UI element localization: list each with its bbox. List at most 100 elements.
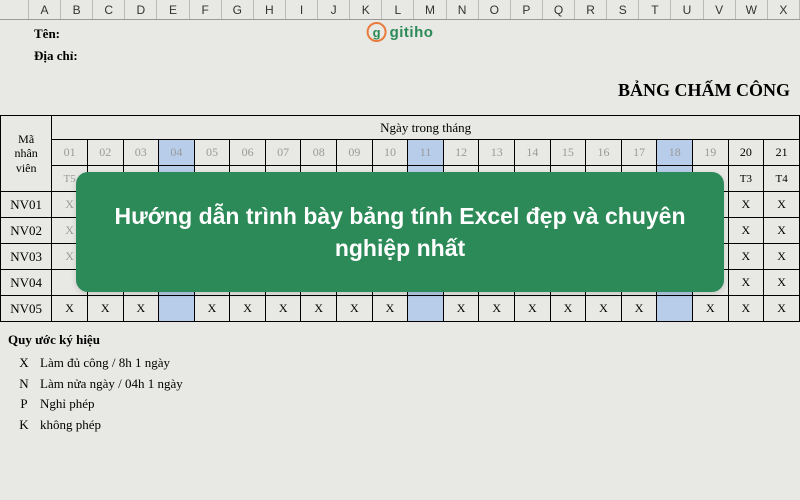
day-num-19[interactable]: 19	[693, 140, 729, 166]
emp-id-header: Mãnhânviên	[1, 116, 52, 192]
day-num-11[interactable]: 11	[408, 140, 444, 166]
legend-row-N: NLàm nửa ngày / 04h 1 ngày	[8, 374, 800, 395]
day-num-16[interactable]: 16	[586, 140, 622, 166]
column-header-I[interactable]: I	[286, 0, 318, 19]
day-num-12[interactable]: 12	[443, 140, 479, 166]
emp-id-NV03[interactable]: NV03	[1, 244, 52, 270]
cell-NV05-13[interactable]: X	[515, 296, 551, 322]
column-header-U[interactable]: U	[671, 0, 703, 19]
emp-id-NV05[interactable]: NV05	[1, 296, 52, 322]
cell-NV01-20[interactable]: X	[764, 192, 800, 218]
day-num-06[interactable]: 06	[230, 140, 266, 166]
day-num-17[interactable]: 17	[621, 140, 657, 166]
column-header-M[interactable]: M	[414, 0, 446, 19]
day-num-21[interactable]: 21	[764, 140, 800, 166]
logo-g-icon: g	[367, 22, 387, 42]
legend-sym: K	[8, 415, 40, 436]
cell-NV05-2[interactable]: X	[123, 296, 159, 322]
column-header-H[interactable]: H	[254, 0, 286, 19]
weekday-20[interactable]: T4	[764, 166, 800, 192]
cell-NV05-18[interactable]: X	[693, 296, 729, 322]
column-header-X[interactable]: X	[768, 0, 800, 19]
column-header-E[interactable]: E	[157, 0, 189, 19]
column-header-R[interactable]: R	[575, 0, 607, 19]
day-num-09[interactable]: 09	[337, 140, 373, 166]
cell-NV02-20[interactable]: X	[764, 218, 800, 244]
cell-NV05-19[interactable]: X	[728, 296, 764, 322]
day-num-05[interactable]: 05	[194, 140, 230, 166]
cell-NV05-1[interactable]: X	[87, 296, 123, 322]
legend-sym: N	[8, 374, 40, 395]
emp-id-NV02[interactable]: NV02	[1, 218, 52, 244]
day-num-01[interactable]: 01	[52, 140, 88, 166]
emp-id-NV04[interactable]: NV04	[1, 270, 52, 296]
logo-word: gitiho	[390, 24, 434, 41]
column-header-V[interactable]: V	[704, 0, 736, 19]
cell-NV05-7[interactable]: X	[301, 296, 337, 322]
column-header-P[interactable]: P	[511, 0, 543, 19]
cell-NV05-20[interactable]: X	[764, 296, 800, 322]
legend-sym: X	[8, 353, 40, 374]
cell-NV03-19[interactable]: X	[728, 244, 764, 270]
column-header-S[interactable]: S	[607, 0, 639, 19]
column-header-C[interactable]: C	[93, 0, 125, 19]
legend-sym: P	[8, 394, 40, 415]
legend-desc: Nghỉ phép	[40, 394, 95, 415]
cell-NV05-4[interactable]: X	[194, 296, 230, 322]
cell-NV05-6[interactable]: X	[265, 296, 301, 322]
day-num-07[interactable]: 07	[265, 140, 301, 166]
day-num-02[interactable]: 02	[87, 140, 123, 166]
legend-desc: Làm nửa ngày / 04h 1 ngày	[40, 374, 183, 395]
address-label: Địa chỉ:	[34, 46, 796, 66]
cell-NV05-8[interactable]: X	[337, 296, 373, 322]
month-header: Ngày trong tháng	[52, 116, 800, 140]
legend-row-P: PNghỉ phép	[8, 394, 800, 415]
column-header-D[interactable]: D	[125, 0, 157, 19]
day-num-18[interactable]: 18	[657, 140, 693, 166]
day-num-08[interactable]: 08	[301, 140, 337, 166]
column-header-T[interactable]: T	[639, 0, 671, 19]
column-header-A[interactable]: A	[29, 0, 61, 19]
emp-id-NV01[interactable]: NV01	[1, 192, 52, 218]
cell-NV05-9[interactable]: X	[372, 296, 408, 322]
column-header-L[interactable]: L	[382, 0, 414, 19]
column-header-N[interactable]: N	[447, 0, 479, 19]
day-num-03[interactable]: 03	[123, 140, 159, 166]
cell-NV05-12[interactable]: X	[479, 296, 515, 322]
legend-row-X: XLàm đủ công / 8h 1 ngày	[8, 353, 800, 374]
cell-NV04-20[interactable]: X	[764, 270, 800, 296]
cell-NV05-17[interactable]	[657, 296, 693, 322]
cell-NV05-11[interactable]: X	[443, 296, 479, 322]
legend-title: Quy ước ký hiệu	[8, 330, 800, 351]
selectall-corner[interactable]	[0, 0, 29, 19]
cell-NV05-5[interactable]: X	[230, 296, 266, 322]
day-num-04[interactable]: 04	[159, 140, 195, 166]
day-num-13[interactable]: 13	[479, 140, 515, 166]
column-header-O[interactable]: O	[479, 0, 511, 19]
column-header-B[interactable]: B	[61, 0, 93, 19]
legend-desc: không phép	[40, 415, 101, 436]
cell-NV05-15[interactable]: X	[586, 296, 622, 322]
banner-text: Hướng dẫn trình bày bảng tính Excel đẹp …	[102, 200, 698, 264]
day-num-10[interactable]: 10	[372, 140, 408, 166]
cell-NV03-20[interactable]: X	[764, 244, 800, 270]
column-header-Q[interactable]: Q	[543, 0, 575, 19]
legend-desc: Làm đủ công / 8h 1 ngày	[40, 353, 170, 374]
day-num-15[interactable]: 15	[550, 140, 586, 166]
cell-NV01-19[interactable]: X	[728, 192, 764, 218]
cell-NV05-10[interactable]	[408, 296, 444, 322]
cell-NV05-14[interactable]: X	[550, 296, 586, 322]
cell-NV02-19[interactable]: X	[728, 218, 764, 244]
cell-NV05-16[interactable]: X	[621, 296, 657, 322]
cell-NV05-0[interactable]: X	[52, 296, 88, 322]
cell-NV05-3[interactable]	[159, 296, 195, 322]
column-header-K[interactable]: K	[350, 0, 382, 19]
day-num-14[interactable]: 14	[515, 140, 551, 166]
column-header-F[interactable]: F	[190, 0, 222, 19]
column-header-J[interactable]: J	[318, 0, 350, 19]
column-header-G[interactable]: G	[222, 0, 254, 19]
column-header-W[interactable]: W	[736, 0, 768, 19]
day-num-20[interactable]: 20	[728, 140, 764, 166]
cell-NV04-19[interactable]: X	[728, 270, 764, 296]
weekday-19[interactable]: T3	[728, 166, 764, 192]
